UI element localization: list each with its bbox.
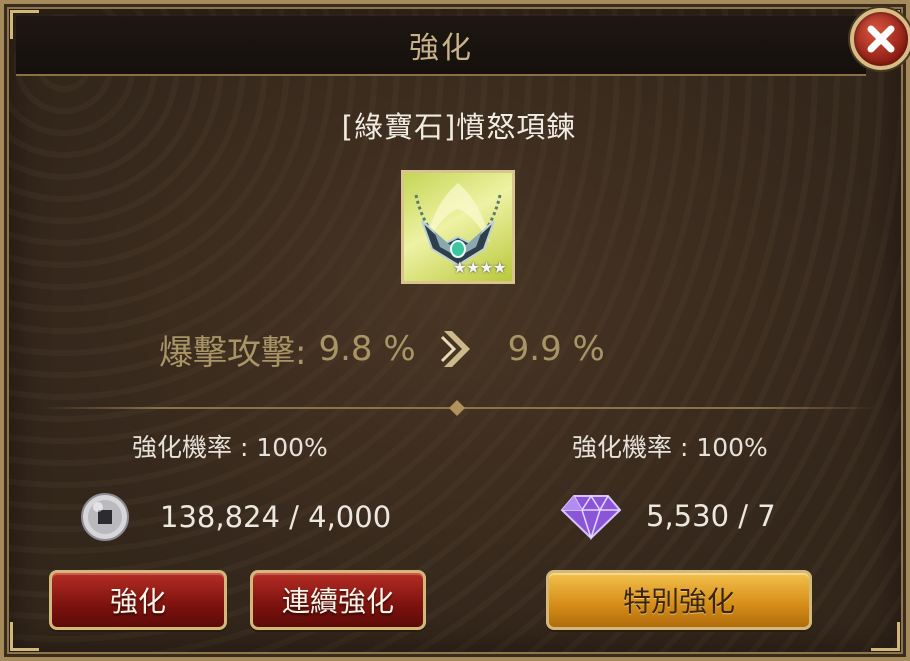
stat-row: 爆擊攻擊: 9.8 % 9.9 % bbox=[159, 326, 605, 373]
stat-next-value: 9.9 % bbox=[507, 329, 605, 369]
dialog-titlebar: 強化 bbox=[16, 16, 866, 76]
continuous-enhance-button[interactable]: 連續強化 bbox=[250, 570, 426, 630]
stat-current-value: 9.8 % bbox=[318, 329, 416, 369]
frame-corner-ornament bbox=[10, 622, 39, 651]
dialog-title: 強化 bbox=[409, 31, 473, 66]
special-enhance-button[interactable]: 特別強化 bbox=[546, 570, 812, 630]
gem-cost: 5,530 / 7 bbox=[560, 492, 776, 540]
gem-cost-value: 5,530 / 7 bbox=[646, 499, 776, 533]
enhance-button[interactable]: 強化 bbox=[49, 570, 227, 630]
close-button[interactable] bbox=[850, 8, 910, 70]
stat-label: 爆擊攻擊: bbox=[159, 332, 307, 373]
divider-ornament-icon bbox=[449, 400, 465, 416]
frame-corner-ornament bbox=[871, 622, 900, 651]
right-success-rate: 強化機率 : 100% bbox=[572, 433, 768, 462]
gold-cost: 138,824 / 4,000 bbox=[80, 492, 391, 542]
item-slot[interactable]: ★★★★ bbox=[401, 170, 515, 284]
close-icon bbox=[867, 25, 895, 53]
gold-cost-value: 138,824 / 4,000 bbox=[160, 500, 392, 534]
item-star-rating: ★★★★ bbox=[452, 258, 507, 277]
chevron-right-icon bbox=[440, 331, 470, 367]
item-name: [綠寶石]憤怒項鍊 bbox=[341, 110, 577, 144]
enhance-dialog: 強化 [綠寶石]憤怒項鍊 ★★★★ 爆擊攻擊: 9.8 % 9.9 % 強化機率… bbox=[0, 0, 910, 661]
silver-coin-icon bbox=[81, 493, 129, 541]
left-success-rate: 強化機率 : 100% bbox=[132, 433, 328, 462]
purple-gem-icon bbox=[560, 494, 622, 540]
